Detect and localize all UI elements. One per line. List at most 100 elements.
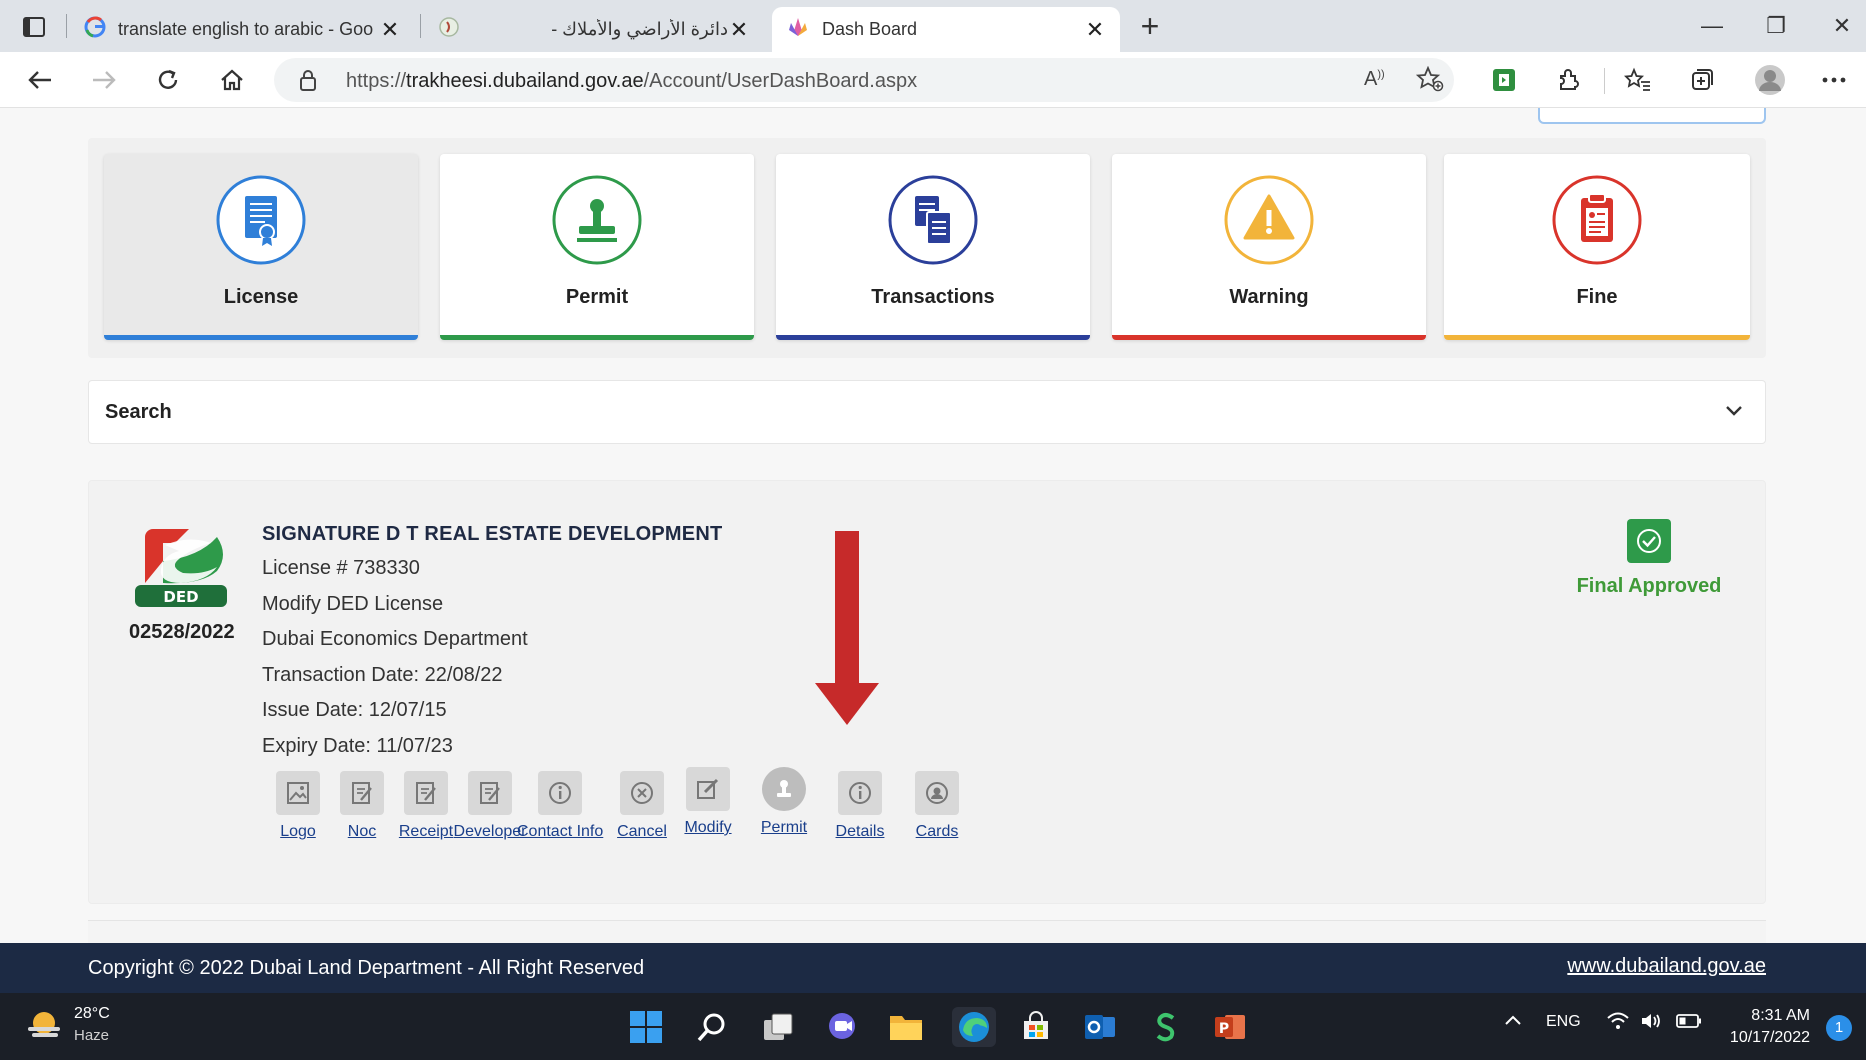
category-label: Permit: [565, 286, 629, 308]
google-icon: [84, 16, 106, 43]
microsoft-store-icon[interactable]: [1016, 1007, 1056, 1047]
powerpoint-icon[interactable]: P: [1210, 1007, 1250, 1047]
system-clock[interactable]: 8:31 AM 10/17/2022: [1718, 1005, 1810, 1049]
license-record-card: DED 02528/2022 SIGNATURE D T REAL ESTATE…: [88, 480, 1766, 904]
windows-start-icon[interactable]: [626, 1007, 666, 1047]
fine-clipboard-icon: [1551, 174, 1643, 266]
search-label: Search: [105, 401, 172, 423]
weather-widget[interactable]: 28°C Haze: [22, 1003, 162, 1051]
license-icon: [215, 174, 307, 266]
action-cards-button[interactable]: Cards: [894, 771, 980, 841]
file-explorer-icon[interactable]: [886, 1007, 926, 1047]
category-card-transactions[interactable]: Transactions: [776, 154, 1090, 340]
info-icon: [838, 771, 882, 815]
dld-icon: [438, 16, 460, 43]
money-app-icon[interactable]: [1146, 1007, 1186, 1047]
forward-button[interactable]: [84, 62, 124, 98]
check-circle-icon: [1627, 519, 1671, 563]
tab-google-translate[interactable]: translate english to arabic - Goo ✕: [70, 7, 415, 52]
developer-document-icon: [468, 771, 512, 815]
wifi-icon[interactable]: [1606, 1011, 1630, 1036]
tab-dash-board[interactable]: Dash Board ✕: [772, 7, 1120, 52]
copyright-text: Copyright © 2022 Dubai Land Department -…: [88, 957, 645, 979]
maximize-button[interactable]: ❐: [1752, 8, 1800, 44]
next-record-strip: [88, 920, 1766, 943]
transactions-icon: [887, 174, 979, 266]
url-path: /Account/UserDashBoard.aspx: [643, 70, 918, 92]
category-accent-bar: [1112, 335, 1426, 340]
browser-tab-bar: translate english to arabic - Goo ✕ دائر…: [0, 0, 1866, 52]
outlook-icon[interactable]: [1080, 1007, 1120, 1047]
company-name: SIGNATURE D T REAL ESTATE DEVELOPMENT: [262, 523, 723, 545]
profile-avatar[interactable]: [1750, 62, 1790, 98]
toolbar-separator: [1604, 68, 1605, 94]
category-accent-bar: [104, 335, 418, 340]
cancel-circle-icon: [620, 771, 664, 815]
warning-icon: [1223, 174, 1315, 266]
teams-chat-icon[interactable]: [822, 1007, 862, 1047]
haze-weather-icon: [26, 1009, 62, 1044]
category-label: Transactions: [871, 286, 995, 308]
edge-browser-icon[interactable]: [952, 1007, 996, 1047]
favorites-icon[interactable]: [1618, 62, 1658, 98]
volume-icon[interactable]: [1640, 1011, 1664, 1036]
status-badge: Final Approved: [1559, 519, 1739, 598]
weather-temperature: 28°C: [74, 1005, 110, 1022]
minimize-button[interactable]: —: [1688, 8, 1736, 44]
tab-title: دائرة الأراضي والأملاك -: [551, 19, 728, 39]
svg-text:P: P: [1219, 1021, 1229, 1037]
status-text: Final Approved: [1576, 575, 1722, 597]
action-permit-button[interactable]: Permit: [741, 767, 827, 837]
notification-badge[interactable]: 1: [1826, 1015, 1852, 1041]
add-favorite-icon[interactable]: [1415, 65, 1444, 97]
action-details-button[interactable]: Details: [817, 771, 903, 841]
close-tab-icon[interactable]: ✕: [728, 17, 750, 43]
address-bar[interactable]: https://trakheesi.dubailand.gov.ae/Accou…: [274, 58, 1454, 102]
action-label: Permit: [760, 819, 808, 836]
extensions-icon[interactable]: [1548, 62, 1588, 98]
category-card-permit[interactable]: Permit: [440, 154, 754, 340]
action-contact-info-button[interactable]: Contact Info: [517, 771, 603, 841]
ded-logo: DED: [129, 527, 233, 609]
transaction-date: Transaction Date: 22/08/22: [262, 663, 503, 686]
tab-dld[interactable]: دائرة الأراضي والأملاك - ✕: [424, 7, 764, 52]
edit-icon: [686, 767, 730, 811]
close-window-button[interactable]: ✕: [1818, 8, 1866, 44]
top-button[interactable]: [1538, 108, 1766, 124]
category-accent-bar: [776, 335, 1090, 340]
category-panel: License Permit Transactions Warning Fine: [88, 138, 1766, 358]
info-icon: [538, 771, 582, 815]
action-modify-button[interactable]: Modify: [665, 767, 751, 837]
search-accordion[interactable]: Search: [88, 380, 1766, 444]
category-card-license[interactable]: License: [104, 154, 418, 340]
lock-icon[interactable]: [298, 68, 318, 97]
search-icon[interactable]: [692, 1007, 732, 1047]
category-accent-bar: [1444, 335, 1750, 340]
refresh-button[interactable]: [148, 62, 188, 98]
more-menu-icon[interactable]: [1814, 62, 1854, 98]
extension-green-icon[interactable]: [1484, 62, 1524, 98]
battery-icon[interactable]: [1676, 1013, 1702, 1034]
new-tab-button[interactable]: +: [1130, 8, 1170, 44]
category-card-warning[interactable]: Warning: [1112, 154, 1426, 340]
browser-toolbar: https://trakheesi.dubailand.gov.ae/Accou…: [0, 52, 1866, 108]
permit-stamp-icon: [551, 174, 643, 266]
close-tab-icon[interactable]: ✕: [1084, 17, 1106, 43]
read-aloud-icon[interactable]: A)): [1364, 68, 1385, 91]
category-card-fine[interactable]: Fine: [1444, 154, 1750, 340]
user-card-icon: [915, 771, 959, 815]
collections-icon[interactable]: [1682, 62, 1722, 98]
home-button[interactable]: [212, 62, 252, 98]
task-view-icon[interactable]: [758, 1007, 798, 1047]
back-button[interactable]: [20, 62, 60, 98]
action-label: Contact Info: [517, 823, 604, 840]
action-label: Details: [835, 823, 885, 840]
input-language[interactable]: ENG: [1546, 1013, 1581, 1031]
clock-time: 8:31 AM: [1751, 1007, 1810, 1024]
tab-actions-icon[interactable]: [14, 10, 54, 44]
image-icon: [276, 771, 320, 815]
footer-site-link[interactable]: www.dubailand.gov.ae: [1567, 955, 1766, 978]
close-tab-icon[interactable]: ✕: [379, 17, 401, 43]
show-hidden-icons-chevron-icon[interactable]: [1504, 1013, 1522, 1031]
chevron-down-icon[interactable]: [1725, 397, 1743, 423]
